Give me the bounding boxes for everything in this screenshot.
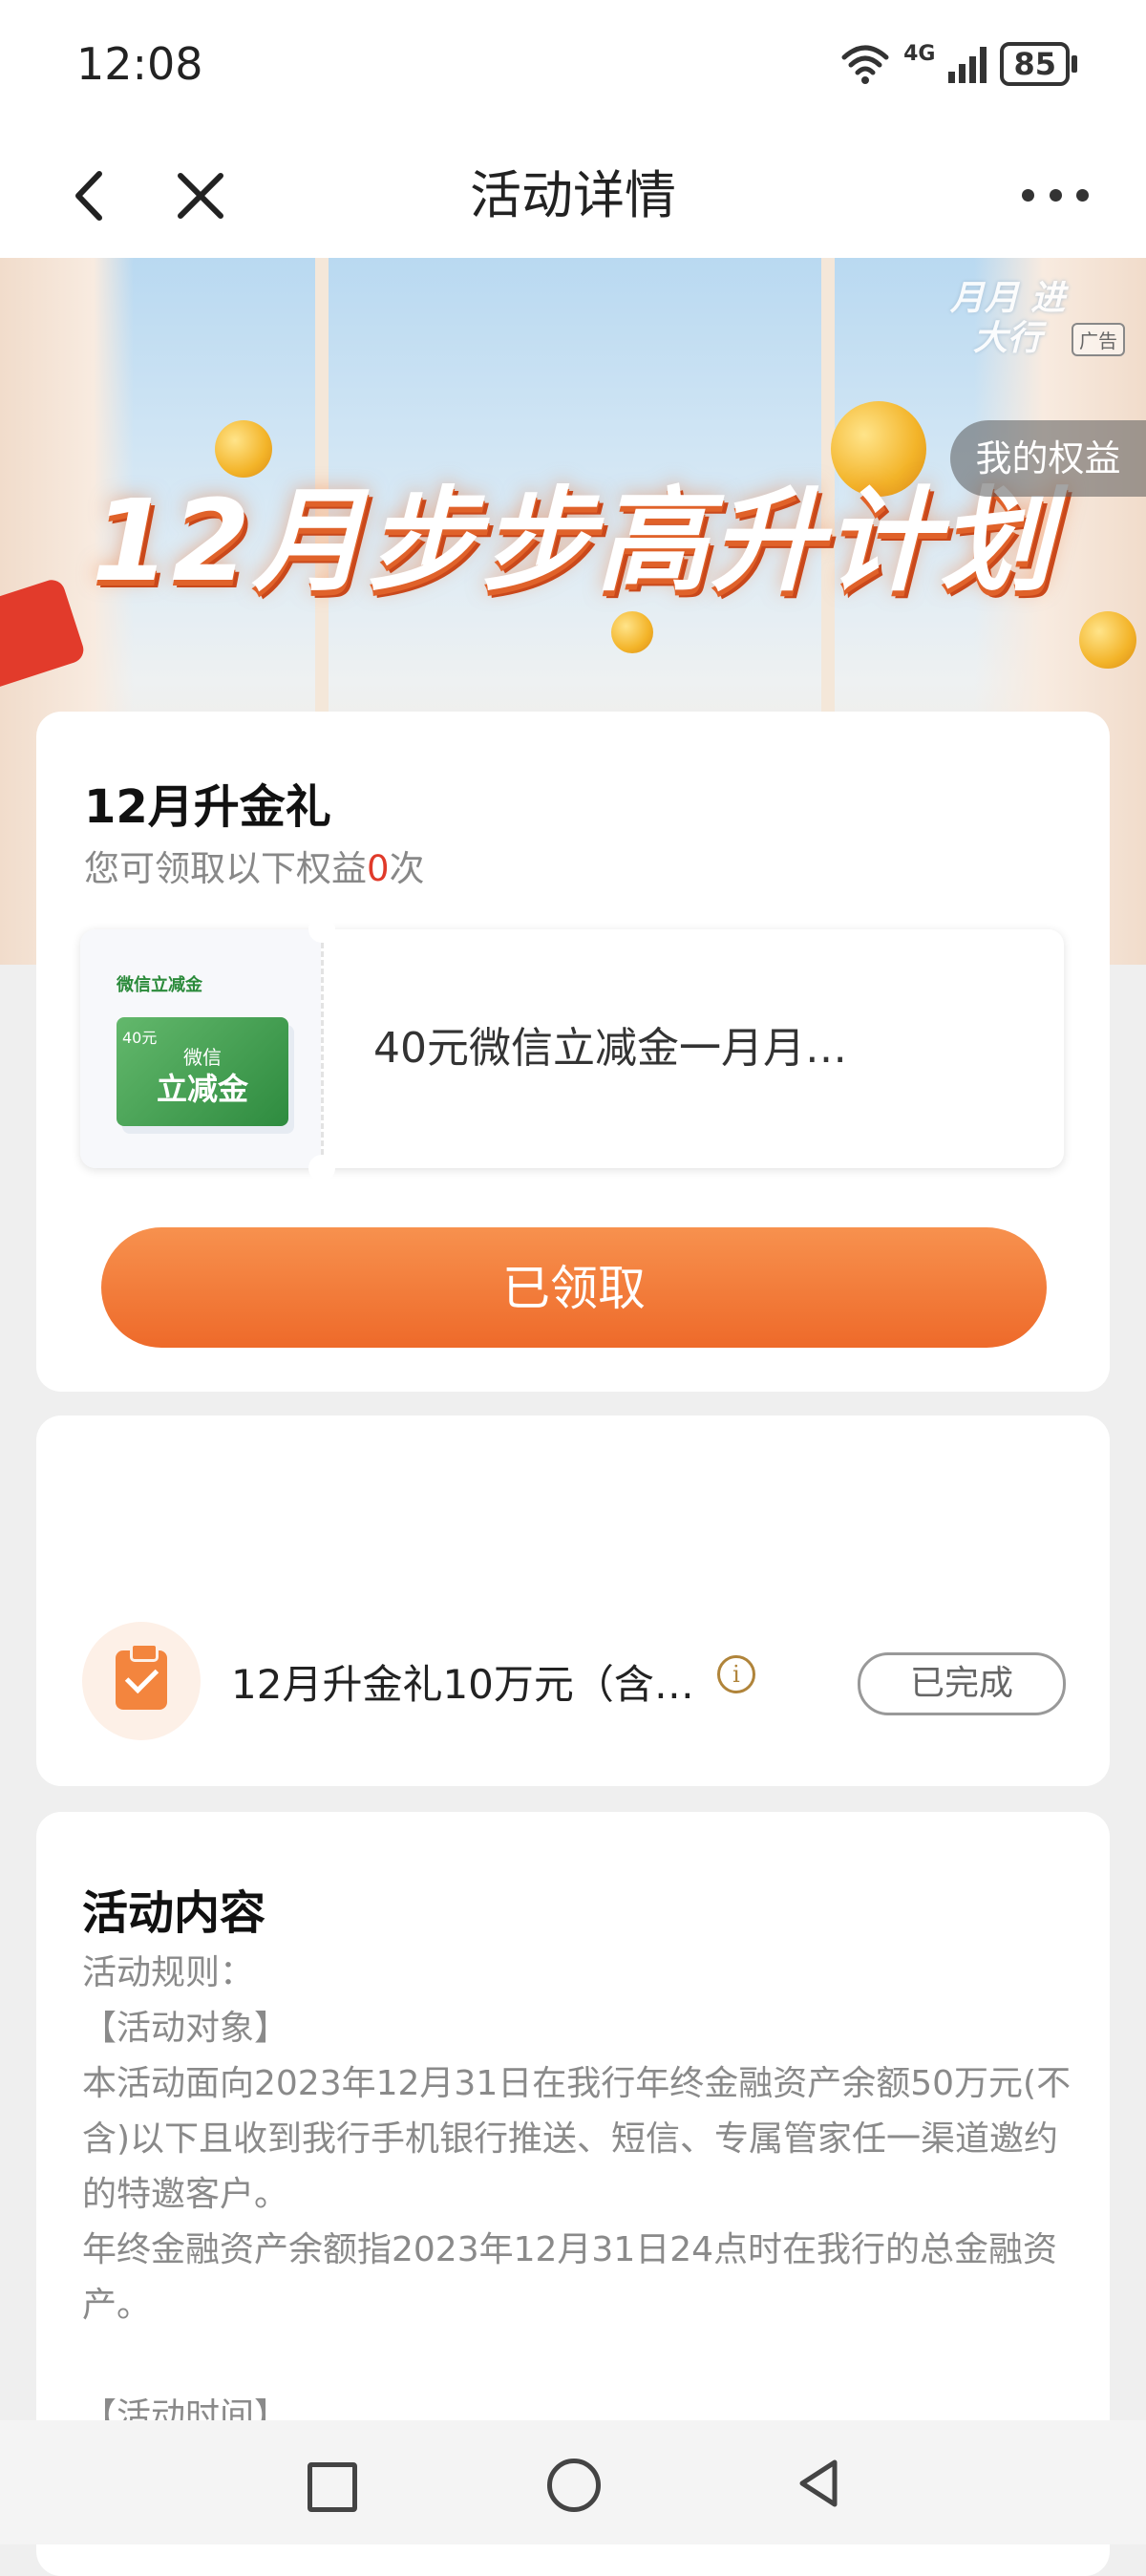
coupon-divider [321, 943, 324, 1155]
gift-title: 12月升金礼 [84, 780, 331, 834]
wechat-coupon-image: 40元 微信 立减金 [117, 1017, 288, 1126]
wifi-icon [841, 45, 889, 84]
clipboard-check-icon [82, 1622, 201, 1740]
network-type-label: 4G [903, 42, 936, 66]
coin-decoration [611, 611, 653, 653]
status-time: 12:08 [76, 38, 203, 90]
subtitle-text: 您可领取以下权益 [84, 848, 367, 889]
content-line: 活动规则： [82, 1953, 255, 1992]
task-card: 12月升金礼10万元（含… i 已完成 [36, 1416, 1110, 1786]
more-icon[interactable] [1022, 176, 1089, 214]
task-description: 12月升金礼10万元（含… [231, 1661, 694, 1708]
gift-subtitle: 您可领取以下权益0次 [84, 840, 425, 891]
content-line: 本活动面向2023年12月31日在我行年终金融资产余额50万元(不含)以下且收到… [82, 2064, 1072, 2214]
status-icons: 4G 85 [840, 42, 1077, 86]
coupon-small-label: 微信立减金 [117, 975, 202, 995]
content-body: 活动规则： 【活动对象】 本活动面向2023年12月31日在我行年终金融资产余额… [82, 1946, 1075, 2444]
recent-apps-icon[interactable] [308, 2462, 357, 2512]
ad-badge: 广告 [1072, 323, 1125, 356]
coin-decoration [1079, 611, 1136, 669]
claimed-button[interactable]: 已领取 [101, 1227, 1047, 1348]
content-title: 活动内容 [82, 1886, 266, 1940]
signal-icon [948, 45, 987, 83]
my-rights-button[interactable]: 我的权益 [950, 420, 1146, 497]
battery-icon: 85 [1000, 42, 1077, 86]
claim-count: 0 [367, 848, 390, 889]
gift-card: 12月升金礼 您可领取以下权益0次 微信立减金 40元 微信 立减金 40元微信… [36, 712, 1110, 1392]
coupon-notch [308, 1155, 335, 1182]
coupon-description: 40元微信立减金一月月… [373, 1024, 847, 1073]
coupon-thumbnail: 微信立减金 40元 微信 立减金 [80, 929, 321, 1168]
system-nav-bar [0, 2420, 1146, 2544]
completed-status-button[interactable]: 已完成 [858, 1652, 1066, 1715]
nav-bar: 活动详情 [0, 134, 1146, 258]
home-icon[interactable] [547, 2459, 601, 2512]
subtitle-suffix: 次 [389, 848, 425, 889]
coupon-item[interactable]: 微信立减金 40元 微信 立减金 40元微信立减金一月月… [80, 916, 1064, 1182]
content-line: 年终金融资产余额指2023年12月31日24点时在我行的总金融资产。 [82, 2230, 1058, 2325]
status-bar: 12:08 4G 85 [0, 0, 1146, 134]
coupon-notch [308, 916, 335, 943]
page-title: 活动详情 [470, 165, 676, 225]
content-line: 【活动对象】 [82, 2009, 289, 2048]
coupon-card-line2: 立减金 [156, 1071, 248, 1107]
bank-logo: 月月 进大行 [949, 279, 1066, 358]
info-icon[interactable]: i [717, 1655, 755, 1693]
back-triangle-icon[interactable] [793, 2457, 846, 2510]
content-line [82, 2333, 1075, 2389]
